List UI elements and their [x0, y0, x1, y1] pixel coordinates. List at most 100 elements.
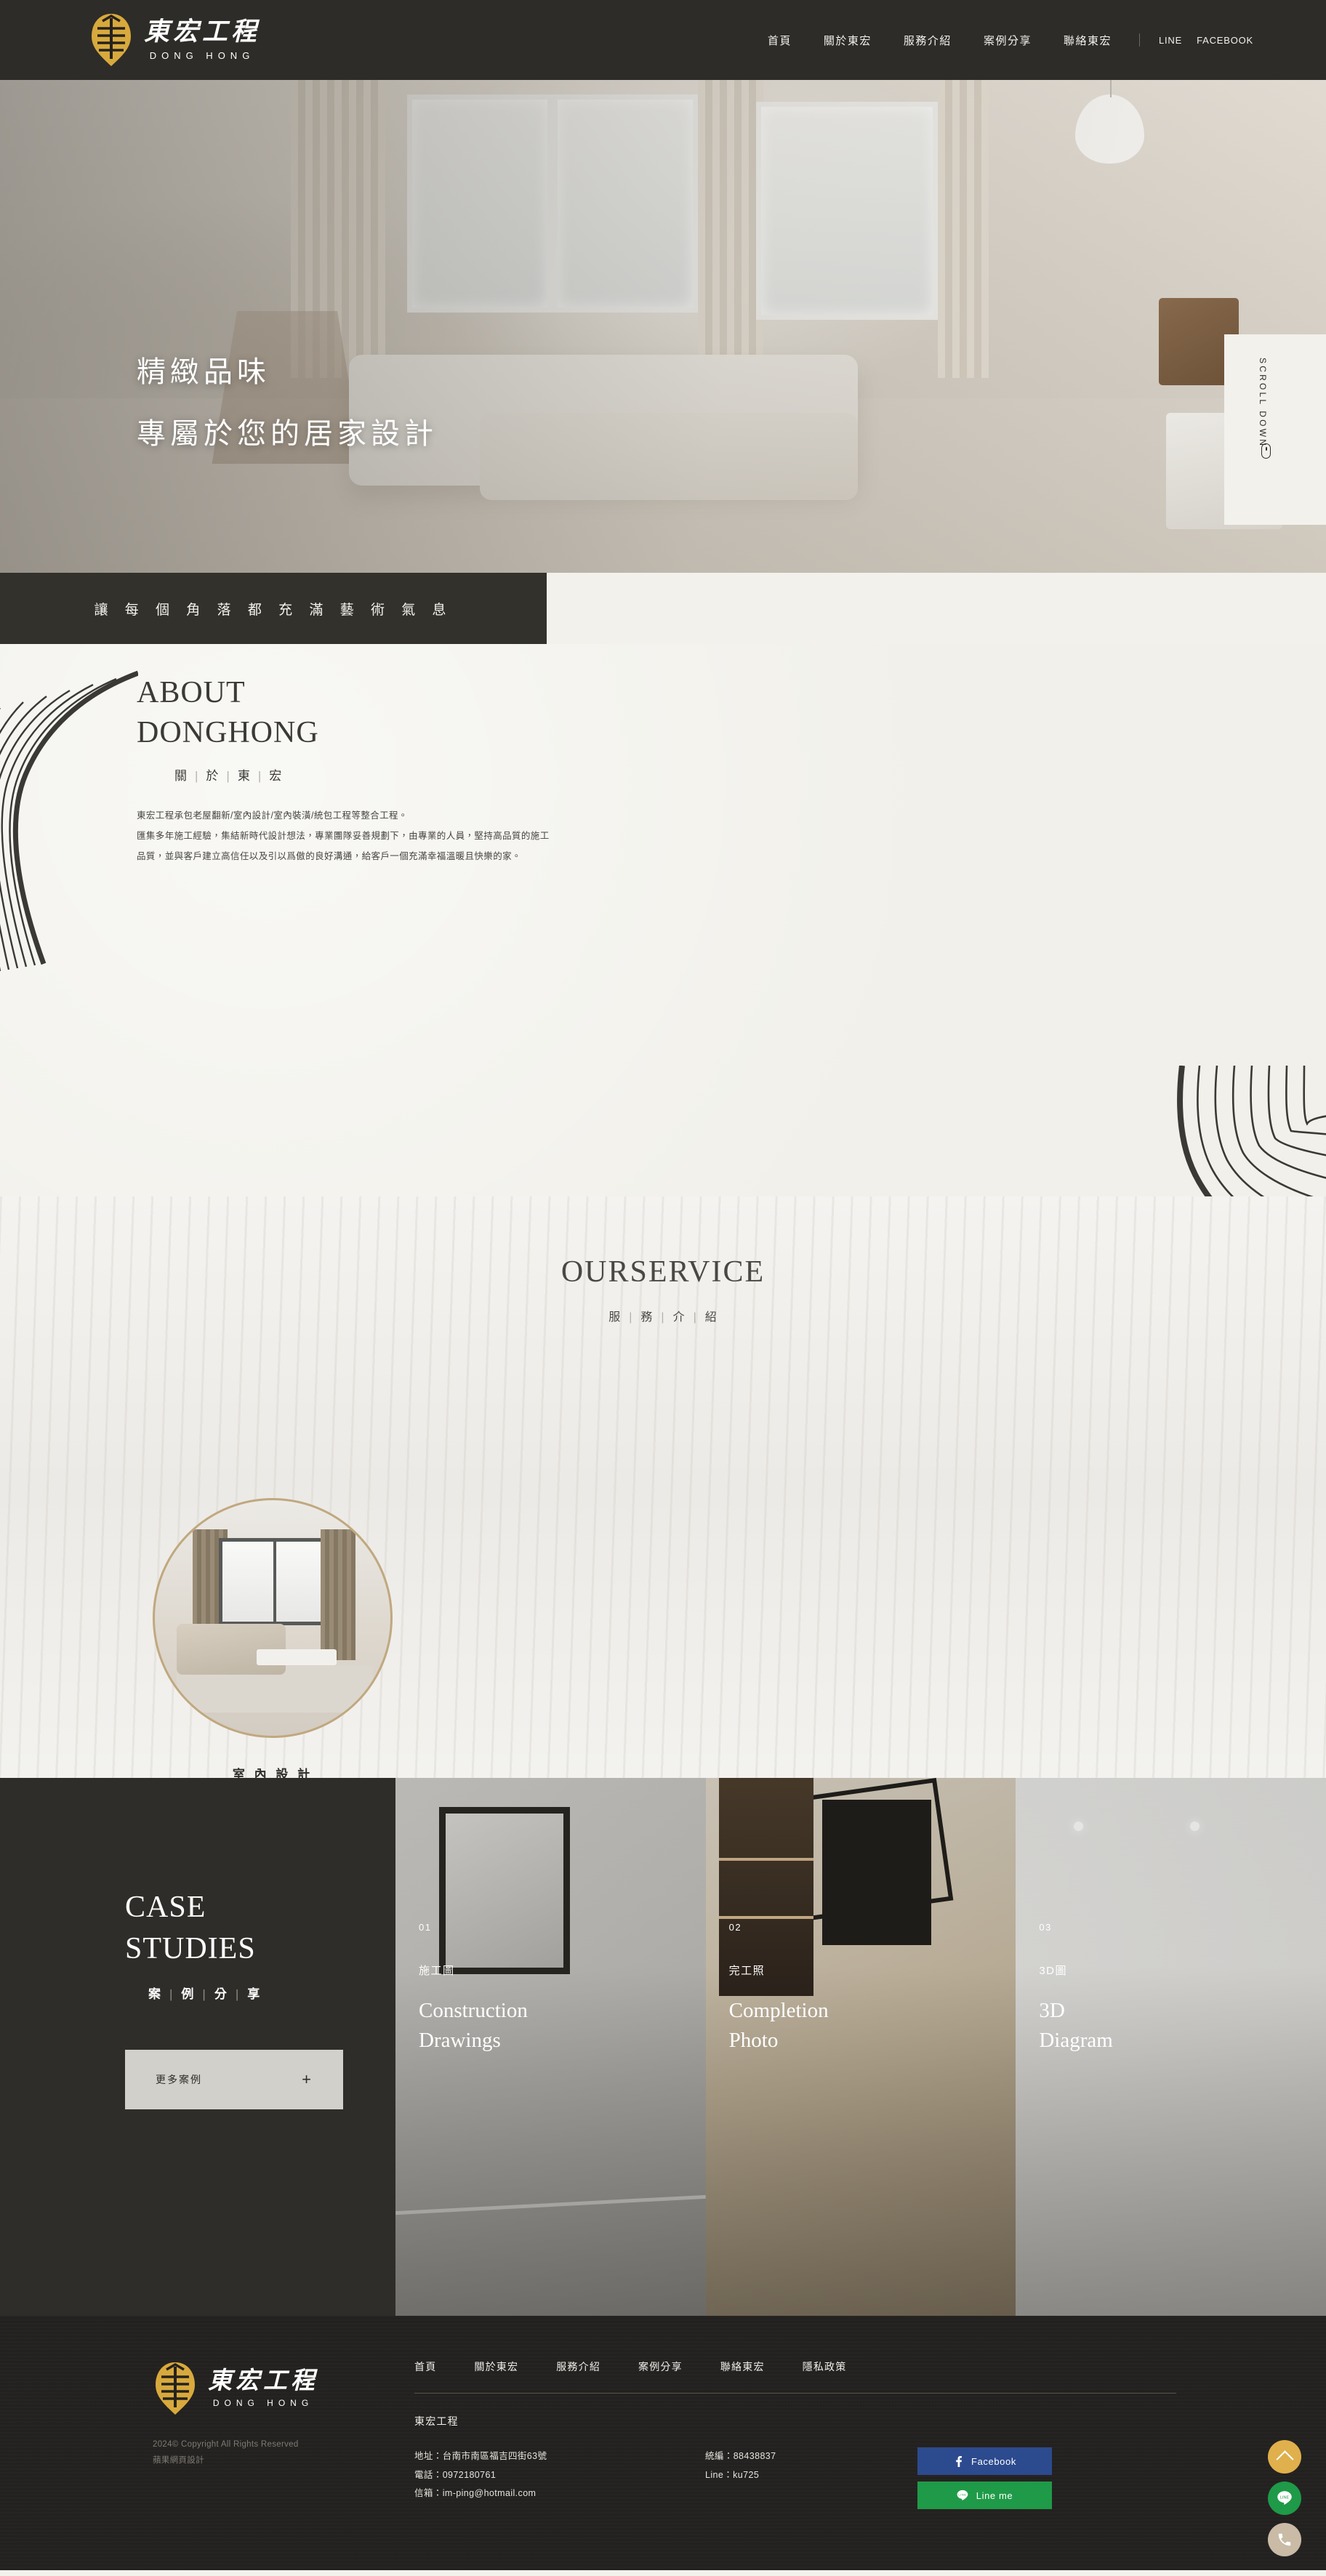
- case-card-02[interactable]: 02 完工照 Completion Photo: [705, 1778, 1016, 2316]
- nav-item-home[interactable]: 首頁: [768, 33, 792, 48]
- case-title-en-line1: Construction: [419, 1999, 528, 2022]
- footer-nav-home[interactable]: 首頁: [414, 2359, 436, 2374]
- case-title-cn: 完工照: [728, 1965, 766, 1977]
- case-card-03[interactable]: 03 3D圖 3D Diagram: [1016, 1778, 1326, 2316]
- case-title-cn: 施工圖: [419, 1965, 455, 1977]
- site-logo[interactable]: 東宏工程 DONG HONG: [89, 12, 260, 68]
- footer-contact-column-right: 統編：88438837 Line：ku725: [705, 2447, 901, 2516]
- cases-title-cn: 案 | 例 | 分 | 享: [148, 1987, 261, 2002]
- plus-icon: +: [302, 2070, 313, 2089]
- mouse-scroll-icon[interactable]: [1261, 443, 1271, 459]
- hero-section: 精緻品味 專屬於您的居家設計 SCROLL DOWN: [0, 80, 1326, 573]
- nav-item-about[interactable]: 關於東宏: [824, 33, 872, 48]
- footer-logo[interactable]: 東宏工程 DONG HONG: [153, 2361, 393, 2416]
- hero-side-panel: [1224, 334, 1326, 525]
- case-card-01[interactable]: 01 施工圖 Construction Drawings: [395, 1778, 706, 2316]
- service-card-title: 室 內 設 計: [232, 1768, 313, 1778]
- footer-social-buttons: Facebook LINE Line me: [917, 2447, 1052, 2516]
- site-footer: 東宏工程 DONG HONG 2024© Copyright All Right…: [0, 2316, 1326, 2570]
- footer-logo-name-en: DONG HONG: [212, 2398, 314, 2409]
- case-studies-section: CASE STUDIES 案 | 例 | 分 | 享 更多案例 + 01 施工圖 Const…: [0, 1778, 1326, 2316]
- footer-divider: [414, 2393, 1176, 2394]
- footer-logo-text: 東宏工程 DONG HONG: [208, 2369, 318, 2409]
- hero-tagline-bar: 讓 每 個 角 落 都 充 滿 藝 術 氣 息: [0, 573, 547, 644]
- line-button-label: Line me: [976, 2490, 1013, 2501]
- about-section: ABOUT DONGHONG 關 | 於 | 東 | 宏 東宏工程承包老屋翻新/室內設計/室…: [0, 644, 1326, 1196]
- service-section: OURSERVICE 服|務|介|紹 室 內 設 計 根據客戶的需求和偏好，量身…: [0, 1196, 1326, 1778]
- copyright-line-2: 蘋果網頁設計: [153, 2456, 204, 2466]
- floating-line-button[interactable]: LINE: [1268, 2482, 1301, 2515]
- more-cases-label: 更多案例: [156, 2074, 202, 2086]
- case-title-en-line1: Completion: [728, 1999, 829, 2022]
- scroll-to-top-button[interactable]: [1268, 2440, 1301, 2474]
- footer-nav-privacy[interactable]: 隱私政策: [803, 2359, 847, 2374]
- footer-company-name: 東宏工程: [414, 2415, 459, 2427]
- logo-text-block: 東宏工程 DONG HONG: [144, 17, 261, 62]
- facebook-button-label: Facebook: [971, 2455, 1016, 2467]
- case-title-en: 3D Diagram: [1039, 1996, 1112, 2056]
- scroll-down-label[interactable]: SCROLL DOWN: [1258, 358, 1268, 448]
- footer-navigation: 首頁 關於東宏 服務介紹 案例分享 聯絡東宏 隱私政策: [414, 2359, 1214, 2374]
- about-paragraph: 東宏工程承包老屋翻新/室內設計/室內裝潢/統包工程等整合工程。: [137, 810, 408, 821]
- decor-coffee-table: [257, 1649, 337, 1665]
- svg-text:LINE: LINE: [1280, 2496, 1290, 2500]
- nav-link-line[interactable]: LINE: [1159, 35, 1182, 46]
- case-title-en: Construction Drawings: [419, 1996, 528, 2056]
- phone-icon: [1278, 2533, 1291, 2546]
- cases-title-cn-char: 享: [247, 1987, 261, 2002]
- about-title-cn: 關 | 於 | 東 | 宏: [174, 768, 283, 783]
- service-card-interior-design[interactable]: 室 內 設 計 根據客戶的需求和偏好，量身定制設計方案。無論是現代、傳統、極簡還…: [145, 1498, 400, 1778]
- case-number: 03: [1039, 1922, 1052, 1933]
- nav-link-facebook[interactable]: FACEBOOK: [1197, 35, 1253, 46]
- footer-nav-services[interactable]: 服務介紹: [556, 2359, 600, 2374]
- footer-nav-about[interactable]: 關於東宏: [474, 2359, 518, 2374]
- nav-item-contact[interactable]: 聯絡東宏: [1064, 33, 1112, 48]
- line-button[interactable]: LINE Line me: [917, 2482, 1052, 2509]
- case-title-en-line1: 3D: [1039, 1999, 1065, 2022]
- service-heading: OURSERVICE 服 | 務 | 介 | 紹: [0, 1196, 1326, 1324]
- hero-headline-line2: 專屬於您的居家設計: [137, 418, 438, 450]
- footer-nav-cases[interactable]: 案例分享: [638, 2359, 683, 2374]
- main-navigation: 首頁 關於東宏 服務介紹 案例分享 聯絡東宏 LINE FACEBOOK: [752, 33, 1261, 48]
- about-title-cn-char: 宏: [269, 768, 283, 783]
- footer-nav-contact[interactable]: 聯絡東宏: [720, 2359, 765, 2374]
- footer-main-block: 首頁 關於東宏 服務介紹 案例分享 聯絡東宏 隱私政策 東宏工程 地址：台南市南…: [414, 2359, 1214, 2516]
- decor-curtain: [321, 1529, 355, 1660]
- case-title-en-line2: Photo: [728, 2029, 779, 2053]
- service-title-cn-char: 介: [672, 1311, 686, 1324]
- dong-hong-seal-logo-icon: [89, 12, 134, 68]
- facebook-button[interactable]: Facebook: [917, 2447, 1052, 2475]
- service-title-cn: 服 | 務 | 介 | 紹: [608, 1311, 718, 1324]
- page-root: 東宏工程 DONG HONG 首頁 關於東宏 服務介紹 案例分享 聯絡東宏 LI…: [0, 0, 1326, 2570]
- line-icon: LINE: [957, 2490, 968, 2501]
- case-title-en-line2: Drawings: [419, 2029, 501, 2053]
- footer-contact-column-left: 地址：台南市南區福吉四街63號 電話：0972180761 信箱：im-ping…: [414, 2447, 705, 2516]
- case-title-cn: 3D圖: [1039, 1965, 1068, 1977]
- facebook-icon: [953, 2455, 963, 2467]
- hero-copy: 精緻品味 專屬於您的居家設計: [137, 350, 438, 452]
- nav-item-cases[interactable]: 案例分享: [984, 33, 1032, 48]
- about-title-cn-char: 關: [174, 768, 188, 783]
- case-title-en-line2: Diagram: [1039, 2029, 1113, 2053]
- tree-ring-decoration-right: [1177, 1066, 1326, 1196]
- hero-tagline-text: 讓 每 個 角 落 都 充 滿 藝 術 氣 息: [94, 602, 453, 618]
- logo-name-cn: 東宏工程: [144, 17, 261, 46]
- more-cases-button[interactable]: 更多案例 +: [125, 2050, 343, 2110]
- floating-phone-button[interactable]: [1268, 2523, 1301, 2556]
- decor-window: [219, 1538, 328, 1625]
- footer-tax-id: 統編：88438837: [705, 2451, 776, 2461]
- footer-line-id: Line：ku725: [705, 2469, 760, 2480]
- service-title-en: OURSERVICE: [560, 1255, 766, 1289]
- footer-contact-grid: 地址：台南市南區福吉四街63號 電話：0972180761 信箱：im-ping…: [414, 2447, 1214, 2516]
- service-card-image: [153, 1498, 393, 1738]
- cases-title-en-line2: STUDIES: [125, 1931, 256, 1965]
- footer-copyright: 2024© Copyright All Rights Reserved 蘋果網頁…: [153, 2436, 393, 2469]
- dong-hong-seal-logo-icon: [153, 2361, 198, 2416]
- site-header: 東宏工程 DONG HONG 首頁 關於東宏 服務介紹 案例分享 聯絡東宏 LI…: [0, 0, 1326, 80]
- chevron-up-icon: [1275, 2450, 1294, 2468]
- about-text-block: ABOUT DONGHONG 關 | 於 | 東 | 宏 東宏工程承包老屋翻新/室內設計/室…: [137, 673, 871, 866]
- about-body: 東宏工程承包老屋翻新/室內設計/室內裝潢/統包工程等整合工程。 匯集多年施工經驗…: [137, 805, 871, 866]
- nav-item-services[interactable]: 服務介紹: [904, 33, 952, 48]
- copyright-line-1: 2024© Copyright All Rights Reserved: [153, 2440, 299, 2449]
- svg-text:LINE: LINE: [958, 2493, 966, 2497]
